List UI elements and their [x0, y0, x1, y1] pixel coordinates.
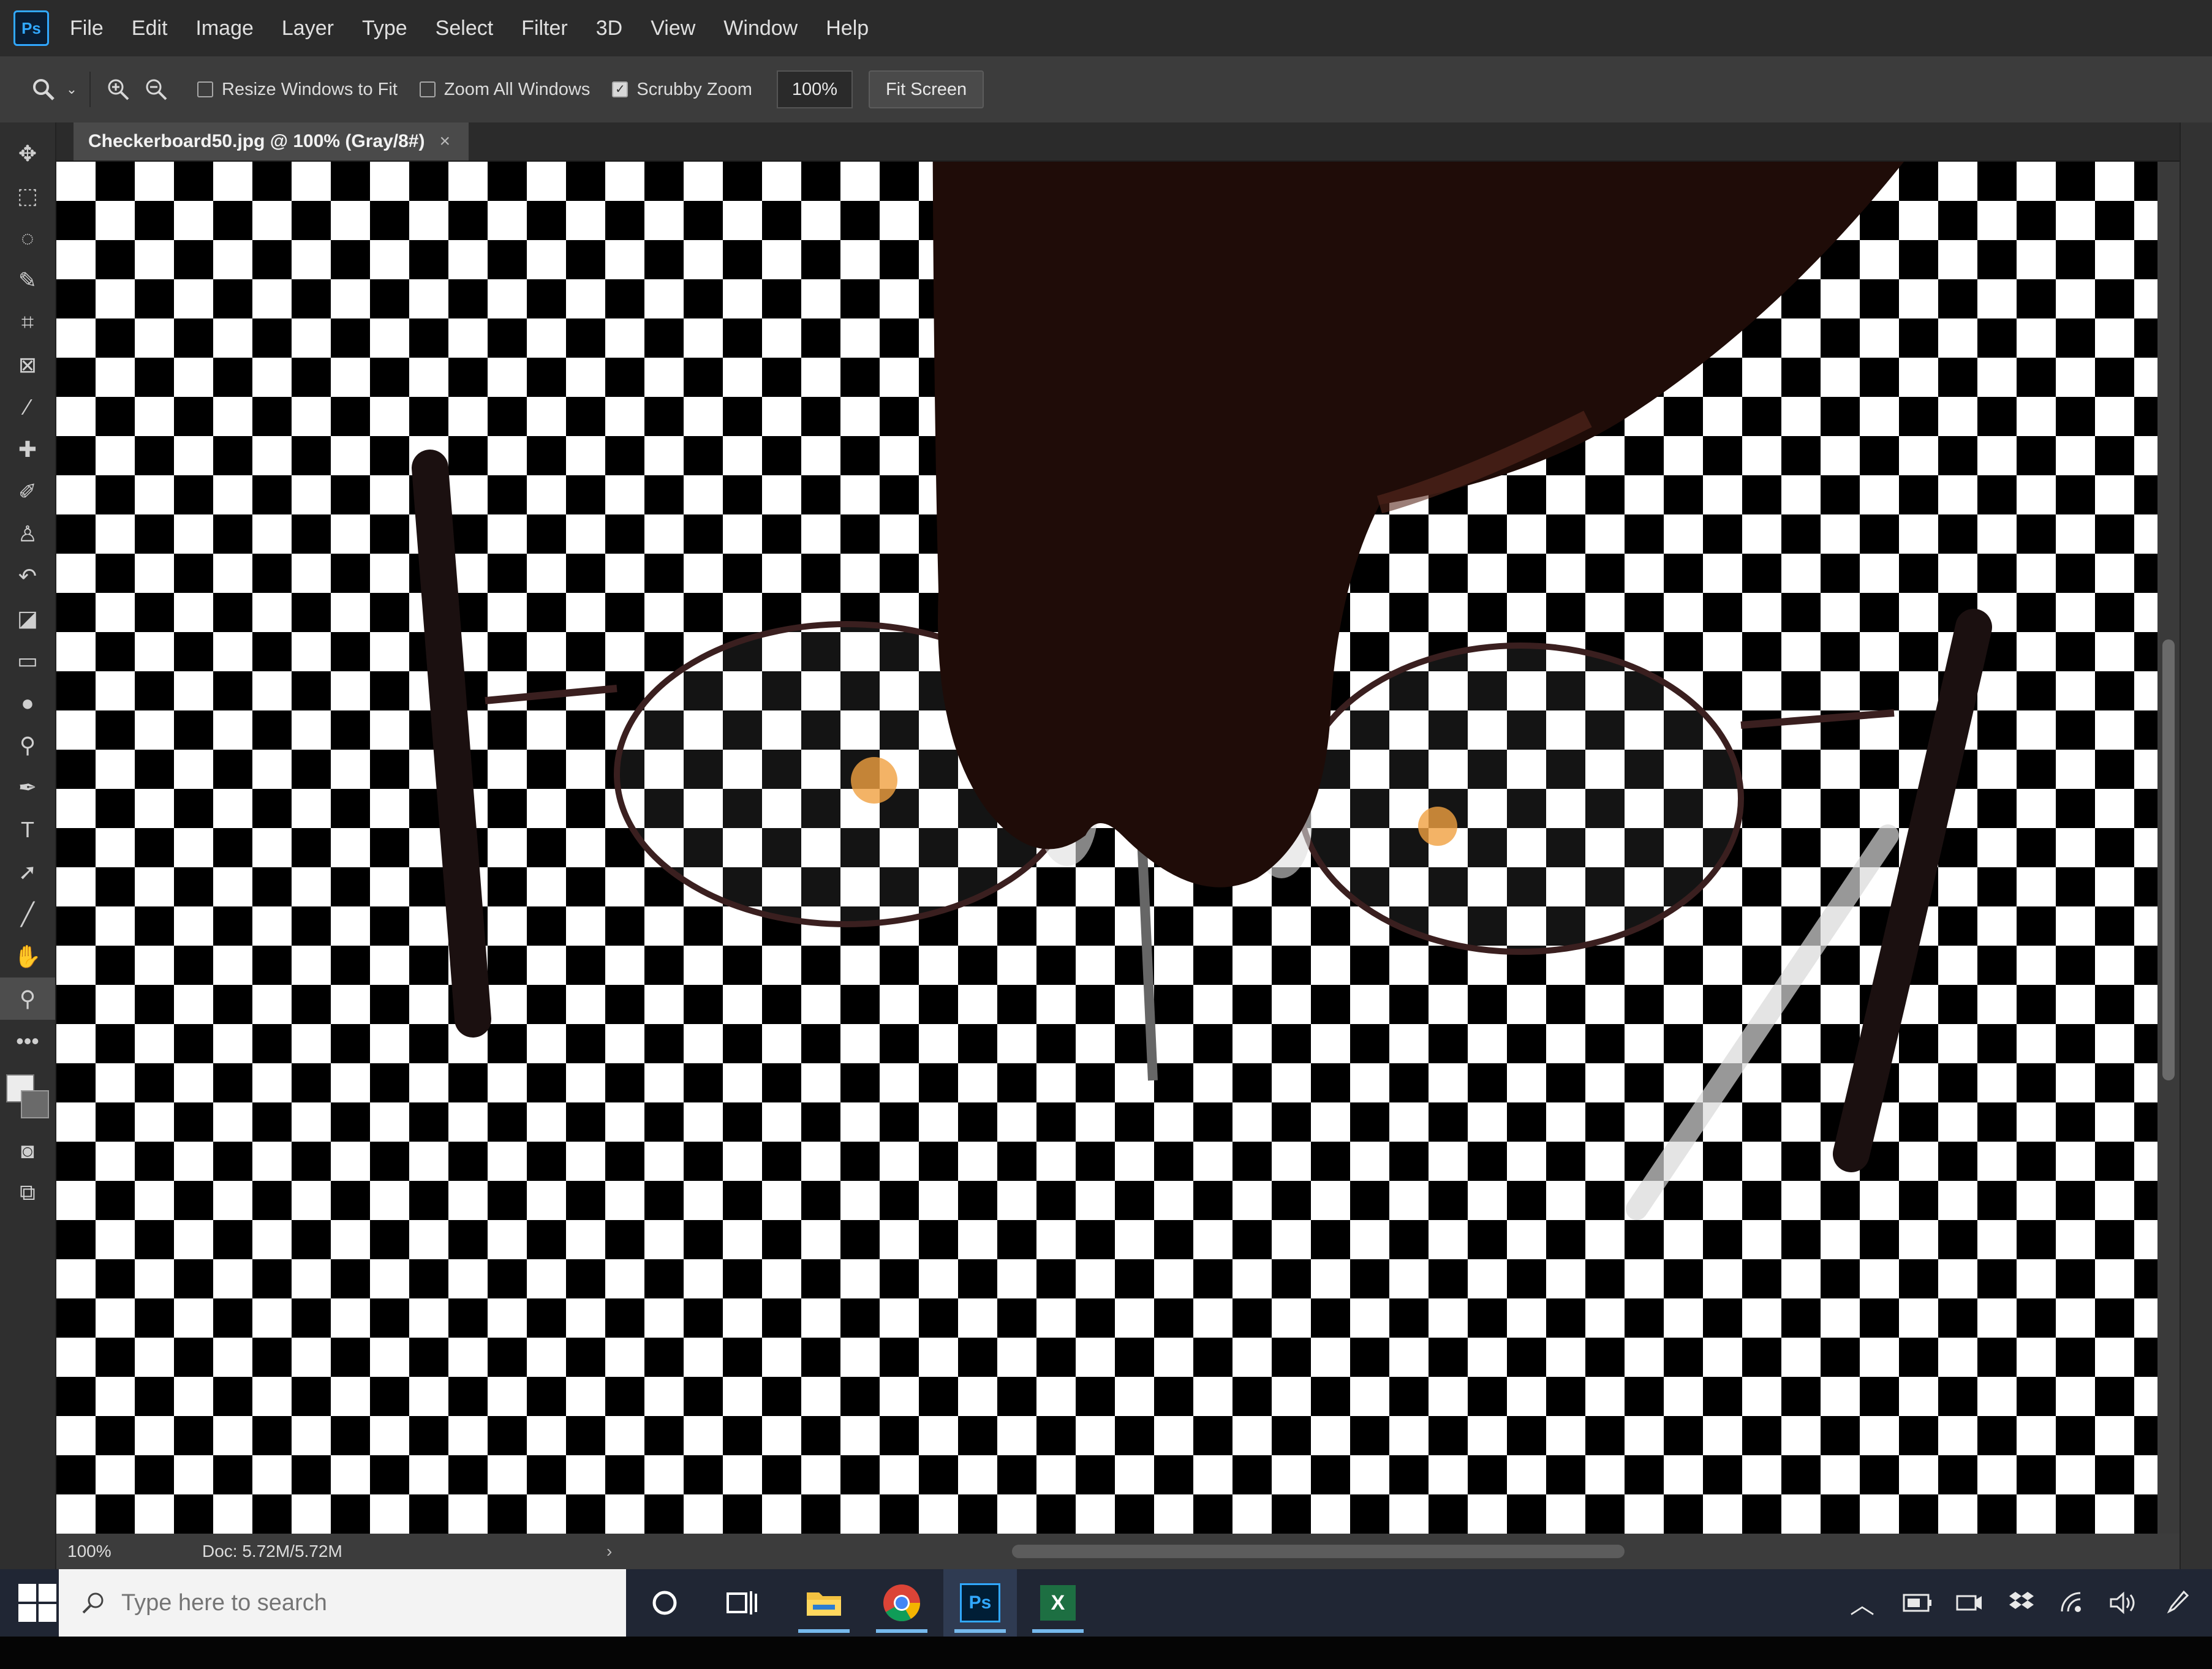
menu-image[interactable]: Image: [195, 17, 254, 40]
resize-windows-label: Resize Windows to Fit: [222, 79, 398, 99]
taskbar-search-box[interactable]: [59, 1569, 626, 1637]
menu-help[interactable]: Help: [826, 17, 869, 40]
zoom-tool-icon[interactable]: ⚲: [0, 978, 55, 1020]
fit-screen-button[interactable]: Fit Screen: [868, 70, 984, 108]
hand-photo-overlay: [932, 162, 1904, 887]
line-tool-icon[interactable]: ╱: [0, 893, 55, 935]
excel-taskbar-label: X: [1040, 1585, 1076, 1621]
chevron-down-icon[interactable]: ⌄: [62, 70, 81, 108]
options-bar: ⌄ Resize Windows to Fit Zoom All Windows…: [0, 56, 2212, 124]
menu-window[interactable]: Window: [723, 17, 798, 40]
taskbar-search-input[interactable]: [120, 1589, 551, 1617]
monitor-bezel: [0, 1637, 2212, 1669]
document-tab[interactable]: Checkerboard50.jpg @ 100% (Gray/8#) ×: [74, 122, 469, 160]
volume-icon[interactable]: [2101, 1569, 2144, 1637]
zoom-value-field[interactable]: 100%: [776, 70, 853, 108]
blur-tool-icon[interactable]: ●: [0, 682, 55, 724]
horizontal-scrollbar-thumb[interactable]: [1012, 1545, 1625, 1558]
menu-layer[interactable]: Layer: [282, 17, 334, 40]
menu-3d[interactable]: 3D: [596, 17, 622, 40]
meet-now-icon[interactable]: [1948, 1569, 1991, 1637]
wifi-icon[interactable]: [2052, 1569, 2095, 1637]
document-tab-bar: Checkerboard50.jpg @ 100% (Gray/8#) ×: [56, 122, 2212, 162]
pen-tool-icon[interactable]: ✒: [0, 766, 55, 808]
zoom-preset-icon[interactable]: [25, 70, 62, 108]
windows-taskbar: Ps X ︿: [0, 1569, 2212, 1637]
color-swatches: [0, 1062, 55, 1129]
menu-edit[interactable]: Edit: [132, 17, 168, 40]
status-bar: 100% Doc: 5.72M/5.72M ›: [56, 1534, 2180, 1569]
status-menu-arrow[interactable]: ›: [606, 1542, 612, 1561]
vertical-scrollbar[interactable]: [2157, 162, 2180, 1534]
close-icon[interactable]: ×: [439, 131, 450, 152]
dodge-tool-icon[interactable]: ⚲: [0, 724, 55, 766]
clone-stamp-tool-icon[interactable]: ♙: [0, 513, 55, 555]
tools-list: ✥ ⬚ ◌ ✎ ⌗ ⊠ ⁄ ✚ ✐ ♙ ↶ ◪ ▭ ● ⚲ ✒ T ➚ ╱ ✋ ⚲ •••: [0, 132, 55, 1062]
type-tool-icon[interactable]: T: [0, 808, 55, 851]
lasso-tool-icon[interactable]: ◌: [0, 217, 55, 259]
battery-icon[interactable]: [1896, 1569, 1939, 1637]
document-tab-title: Checkerboard50.jpg @ 100% (Gray/8#): [88, 131, 425, 151]
healing-brush-tool-icon[interactable]: ✚: [0, 428, 55, 470]
frame-tool-icon[interactable]: ⊠: [0, 344, 55, 386]
checkbox-box[interactable]: [419, 81, 436, 97]
photoshop-taskbar-icon[interactable]: Ps: [943, 1569, 1017, 1637]
menu-view[interactable]: View: [651, 17, 695, 40]
zoom-all-windows-checkbox[interactable]: Zoom All Windows: [419, 79, 591, 100]
gradient-tool-icon[interactable]: ▭: [0, 639, 55, 682]
dropbox-icon[interactable]: [2000, 1569, 2043, 1637]
hand-tool-icon[interactable]: ✋: [0, 935, 55, 978]
background-color-swatch[interactable]: [21, 1090, 49, 1118]
divider: [89, 72, 91, 107]
status-doc-size: Doc: 5.72M/5.72M: [202, 1542, 342, 1561]
photoshop-logo: Ps: [13, 10, 49, 46]
hand-silhouette: [932, 162, 1904, 887]
windows-start-icon[interactable]: [18, 1584, 56, 1622]
history-brush-tool-icon[interactable]: ↶: [0, 555, 55, 597]
status-zoom[interactable]: 100%: [67, 1542, 153, 1561]
pen-workspace-icon[interactable]: [2156, 1569, 2199, 1637]
panels-dock-edge: [2180, 122, 2212, 1569]
zoom-in-icon[interactable]: [99, 70, 137, 108]
menu-bar: Ps File Edit Image Layer Type Select Fil…: [0, 0, 2212, 56]
eraser-tool-icon[interactable]: ◪: [0, 597, 55, 639]
chrome-icon[interactable]: [865, 1569, 938, 1637]
excel-taskbar-icon[interactable]: X: [1021, 1569, 1095, 1637]
screen-mode-icon[interactable]: ⧉: [0, 1172, 55, 1214]
brush-tool-icon[interactable]: ✐: [0, 470, 55, 513]
more-tools-icon[interactable]: •••: [0, 1020, 55, 1062]
canvas-area[interactable]: [56, 162, 2157, 1534]
resize-windows-checkbox[interactable]: Resize Windows to Fit: [197, 80, 398, 100]
scrubby-zoom-label: Scrubby Zoom: [636, 79, 752, 99]
chevron-up-icon[interactable]: ︿: [1844, 1569, 1881, 1637]
quick-select-tool-icon[interactable]: ✎: [0, 259, 55, 301]
file-explorer-icon[interactable]: [787, 1569, 861, 1637]
marquee-tool-icon[interactable]: ⬚: [0, 175, 55, 217]
menu-select[interactable]: Select: [436, 17, 494, 40]
task-view-icon[interactable]: [704, 1569, 778, 1637]
photoshop-taskbar-label: Ps: [960, 1583, 1000, 1622]
path-select-tool-icon[interactable]: ➚: [0, 851, 55, 893]
menu-file[interactable]: File: [70, 17, 104, 40]
zoom-out-icon[interactable]: [137, 70, 175, 108]
menu-filter[interactable]: Filter: [521, 17, 568, 40]
move-tool-icon[interactable]: ✥: [0, 132, 55, 175]
eyedropper-tool-icon[interactable]: ⁄: [0, 386, 55, 428]
checkbox-box-checked[interactable]: ✓: [612, 81, 628, 97]
scrubby-zoom-checkbox[interactable]: ✓ Scrubby Zoom: [612, 80, 752, 100]
menu-type[interactable]: Type: [362, 17, 407, 40]
search-icon: [81, 1591, 105, 1615]
scrollbar-thumb[interactable]: [2162, 639, 2175, 1080]
cortana-icon[interactable]: [628, 1569, 701, 1637]
panel-grip: [0, 122, 55, 132]
checkbox-box[interactable]: [197, 81, 213, 97]
tool-panel: ✥ ⬚ ◌ ✎ ⌗ ⊠ ⁄ ✚ ✐ ♙ ↶ ◪ ▭ ● ⚲ ✒ T ➚ ╱ ✋ ⚲ ••• ◙ ⧉: [0, 122, 56, 1569]
crop-tool-icon[interactable]: ⌗: [0, 301, 55, 344]
quick-mask-icon[interactable]: ◙: [0, 1129, 55, 1172]
zoom-all-windows-label: Zoom All Windows: [444, 79, 591, 99]
